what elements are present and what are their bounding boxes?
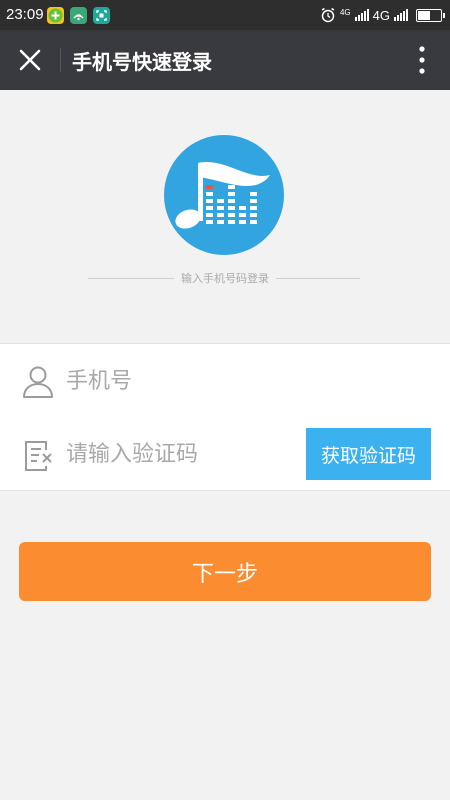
code-input[interactable] xyxy=(64,435,298,473)
network-label: 4G xyxy=(372,7,390,23)
status-time: 23:09 xyxy=(6,6,44,23)
user-icon xyxy=(20,363,56,399)
document-edit-icon xyxy=(20,436,56,472)
more-vertical-icon[interactable] xyxy=(412,44,432,76)
music-equalizer-icon xyxy=(164,135,284,255)
signal-icon xyxy=(354,9,369,21)
page-title: 手机号快速登录 xyxy=(72,50,212,74)
next-step-button[interactable]: 下一步 xyxy=(19,542,431,601)
close-icon[interactable] xyxy=(14,44,46,76)
network-small-label: 4G xyxy=(339,7,351,17)
status-right: 4G 4G xyxy=(320,5,445,25)
top-bar: 手机号快速登录 xyxy=(0,30,450,90)
green-plus-icon xyxy=(47,7,64,24)
alarm-icon xyxy=(321,7,335,23)
status-bar: 23:09 4G 4G xyxy=(0,0,450,30)
code-row: 获取验证码 xyxy=(0,417,450,491)
header-divider xyxy=(60,48,61,72)
phone-row xyxy=(0,343,450,418)
phone-input[interactable] xyxy=(64,362,428,400)
hint-line-right xyxy=(276,278,360,279)
battery-icon xyxy=(416,8,445,22)
login-hint: 输入手机号码登录 xyxy=(181,272,269,285)
green-signal-icon xyxy=(70,7,87,24)
get-code-button[interactable]: 获取验证码 xyxy=(306,428,431,480)
battery-fill xyxy=(418,10,430,20)
teal-scan-icon xyxy=(93,7,110,24)
signal-icon-2 xyxy=(394,9,408,21)
